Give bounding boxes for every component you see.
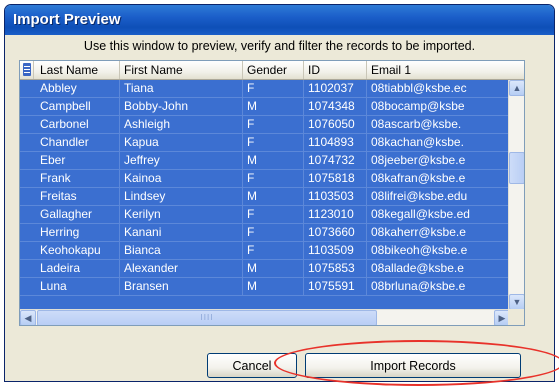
cell-email: 08bikeoh@ksbe.e xyxy=(367,242,510,259)
column-header-email[interactable]: Email 1 xyxy=(367,61,524,79)
table-row[interactable]: Eber Jeffrey M 1074732 08jeeber@ksbe.e xyxy=(20,152,510,170)
cell-first-name: Lindsey xyxy=(120,188,243,205)
records-grid[interactable]: Last Name First Name Gender ID Email 1 A… xyxy=(19,60,525,326)
cell-last-name: Herring xyxy=(20,224,120,241)
cell-gender: M xyxy=(243,188,304,205)
cell-email: 08jeeber@ksbe.e xyxy=(367,152,510,169)
horizontal-scroll-thumb[interactable]: IIII xyxy=(37,310,377,325)
cell-gender: F xyxy=(243,242,304,259)
cell-last-name: Carbonel xyxy=(20,116,120,133)
column-header-id[interactable]: ID xyxy=(304,61,367,79)
cell-id: 1075818 xyxy=(304,170,367,187)
grid-header: Last Name First Name Gender ID Email 1 xyxy=(20,61,524,80)
cell-email: 08kegall@ksbe.ed xyxy=(367,206,510,223)
cell-gender: F xyxy=(243,170,304,187)
scroll-down-button[interactable]: ▼ xyxy=(509,294,524,310)
cell-email: 08kafran@ksbe.e xyxy=(367,170,510,187)
cell-last-name: Gallagher xyxy=(20,206,120,223)
cell-gender: M xyxy=(243,152,304,169)
column-header-last-name[interactable]: Last Name xyxy=(34,61,120,79)
cell-first-name: Bianca xyxy=(120,242,243,259)
vertical-scroll-thumb[interactable] xyxy=(509,152,524,184)
cell-first-name: Kainoa xyxy=(120,170,243,187)
cell-email: 08lifrei@ksbe.edu xyxy=(367,188,510,205)
table-row[interactable]: Ladeira Alexander M 1075853 08allade@ksbe.e xyxy=(20,260,510,278)
horizontal-scrollbar[interactable]: ◀ IIII ▶ xyxy=(20,309,510,325)
cell-first-name: Alexander xyxy=(120,260,243,277)
records-rows: Abbley Tiana F 1102037 08tiabbl@ksbe.ec Campb… xyxy=(20,80,510,310)
cell-id: 1103503 xyxy=(304,188,367,205)
cell-email: 08allade@ksbe.e xyxy=(367,260,510,277)
cell-gender: M xyxy=(243,260,304,277)
cell-first-name: Bransen xyxy=(120,278,243,295)
cell-email: 08brluna@ksbe.e xyxy=(367,278,510,295)
cell-id: 1074348 xyxy=(304,98,367,115)
cell-gender: F xyxy=(243,80,304,97)
cell-id: 1073660 xyxy=(304,224,367,241)
table-row[interactable]: Herring Kanani F 1073660 08kaherr@ksbe.e xyxy=(20,224,510,242)
table-row[interactable]: Frank Kainoa F 1075818 08kafran@ksbe.e xyxy=(20,170,510,188)
cell-gender: F xyxy=(243,134,304,151)
instructions-text: Use this window to preview, verify and f… xyxy=(83,39,476,53)
cell-gender: M xyxy=(243,278,304,295)
cell-id: 1075853 xyxy=(304,260,367,277)
import-records-button[interactable]: Import Records xyxy=(305,353,521,378)
cell-email: 08kachan@ksbe. xyxy=(367,134,510,151)
table-row[interactable]: Freitas Lindsey M 1103503 08lifrei@ksbe.edu xyxy=(20,188,510,206)
column-chooser-icon xyxy=(23,63,31,76)
cell-first-name: Kerilyn xyxy=(120,206,243,223)
column-selector[interactable] xyxy=(20,61,34,79)
scroll-left-button[interactable]: ◀ xyxy=(20,310,36,325)
window-title: Import Preview xyxy=(5,5,554,35)
cancel-button[interactable]: Cancel xyxy=(207,353,297,378)
cell-last-name: Abbley xyxy=(20,80,120,97)
table-row[interactable]: Campbell Bobby-John M 1074348 08bocamp@ksbe xyxy=(20,98,510,116)
column-header-gender[interactable]: Gender xyxy=(243,61,304,79)
cell-email: 08kaherr@ksbe.e xyxy=(367,224,510,241)
cell-email: 08bocamp@ksbe xyxy=(367,98,510,115)
cell-last-name: Luna xyxy=(20,278,120,295)
cell-last-name: Campbell xyxy=(20,98,120,115)
cell-first-name: Kapua xyxy=(120,134,243,151)
scrollbar-corner xyxy=(508,309,524,325)
cell-gender: F xyxy=(243,116,304,133)
cell-first-name: Bobby-John xyxy=(120,98,243,115)
scroll-up-button[interactable]: ▲ xyxy=(509,80,524,96)
cell-first-name: Kanani xyxy=(120,224,243,241)
cell-gender: F xyxy=(243,224,304,241)
cell-id: 1076050 xyxy=(304,116,367,133)
cell-last-name: Keohokapu xyxy=(20,242,120,259)
cell-last-name: Eber xyxy=(20,152,120,169)
cell-first-name: Ashleigh xyxy=(120,116,243,133)
cell-gender: F xyxy=(243,206,304,223)
table-row[interactable]: Chandler Kapua F 1104893 08kachan@ksbe. xyxy=(20,134,510,152)
table-row[interactable]: Luna Bransen M 1075591 08brluna@ksbe.e xyxy=(20,278,510,296)
cell-email: 08ascarb@ksbe. xyxy=(367,116,510,133)
column-header-first-name[interactable]: First Name xyxy=(120,61,243,79)
cell-id: 1123010 xyxy=(304,206,367,223)
cell-first-name: Tiana xyxy=(120,80,243,97)
cell-last-name: Freitas xyxy=(20,188,120,205)
import-preview-window: Import Preview Use this window to previe… xyxy=(4,4,555,382)
cell-email: 08tiabbl@ksbe.ec xyxy=(367,80,510,97)
cell-id: 1074732 xyxy=(304,152,367,169)
table-row[interactable]: Gallagher Kerilyn F 1123010 08kegall@ksbe.ed xyxy=(20,206,510,224)
vertical-scrollbar[interactable]: ▲ ▼ xyxy=(508,80,524,310)
cell-id: 1104893 xyxy=(304,134,367,151)
cell-first-name: Jeffrey xyxy=(120,152,243,169)
table-row[interactable]: Abbley Tiana F 1102037 08tiabbl@ksbe.ec xyxy=(20,80,510,98)
cell-gender: M xyxy=(243,98,304,115)
cell-last-name: Chandler xyxy=(20,134,120,151)
table-row[interactable]: Carbonel Ashleigh F 1076050 08ascarb@ksbe. xyxy=(20,116,510,134)
cell-last-name: Ladeira xyxy=(20,260,120,277)
cell-id: 1103509 xyxy=(304,242,367,259)
cell-id: 1075591 xyxy=(304,278,367,295)
cell-id: 1102037 xyxy=(304,80,367,97)
table-row[interactable]: Keohokapu Bianca F 1103509 08bikeoh@ksbe.e xyxy=(20,242,510,260)
cell-last-name: Frank xyxy=(20,170,120,187)
